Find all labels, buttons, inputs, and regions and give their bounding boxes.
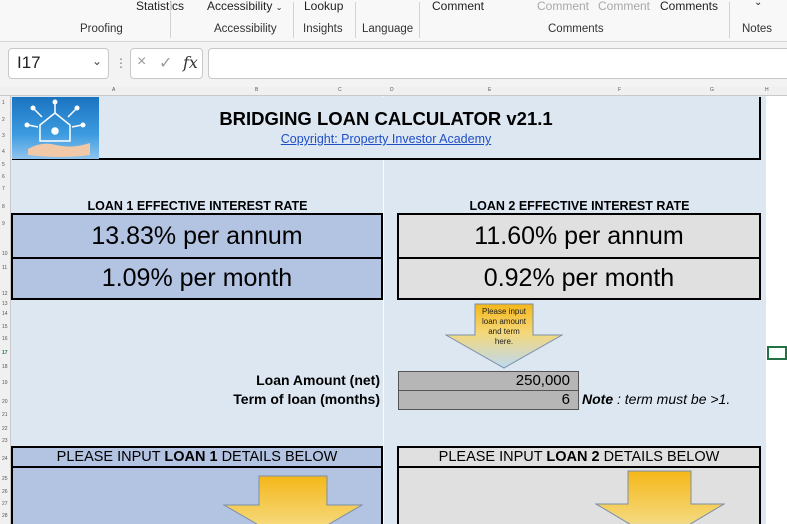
notes-chevron-down-icon[interactable]: ⌄ <box>754 0 762 8</box>
loan1-annual-rate[interactable]: 13.83% per annum <box>11 213 383 259</box>
column-header-g[interactable]: G <box>710 87 714 93</box>
row-header[interactable]: 9 <box>2 221 5 227</box>
group-language: Language <box>362 23 414 35</box>
row-header[interactable]: 21 <box>2 412 8 418</box>
row-header[interactable]: 22 <box>2 426 8 432</box>
row-header[interactable]: 3 <box>2 133 5 139</box>
worksheet-empty-area[interactable] <box>766 96 787 524</box>
row-header[interactable]: 24 <box>2 456 8 462</box>
chevron-down-icon: ⌄ <box>275 3 283 12</box>
house-in-hand-icon <box>24 99 90 157</box>
copyright-link[interactable]: Copyright: Property Investor Academy <box>100 132 672 146</box>
row-header[interactable]: 7 <box>2 186 5 192</box>
enter-icon[interactable]: ✓ <box>159 53 172 73</box>
formula-input[interactable] <box>208 48 787 79</box>
column-headers: A B C D E F G H <box>0 87 787 96</box>
loan1-monthly-value: 1.09% per month <box>101 264 293 292</box>
row-header[interactable]: 27 <box>2 501 8 507</box>
row-header[interactable]: 26 <box>2 489 8 495</box>
term-note: Note : term must be >1. <box>582 391 731 407</box>
lookup-button[interactable]: Lookup <box>304 0 343 13</box>
row-header[interactable]: 19 <box>2 380 8 386</box>
logo <box>12 97 99 159</box>
loan2-details-panel: PLEASE INPUT LOAN 2 DETAILS BELOW <box>397 446 761 524</box>
row-header[interactable]: 6 <box>2 174 5 180</box>
next-comment-button[interactable]: Comment <box>598 0 650 13</box>
row-header[interactable]: 1 <box>2 100 5 106</box>
loan2-annual-rate[interactable]: 11.60% per annum <box>397 213 761 259</box>
ribbon: Statistics Accessibility ⌄ Lookup Commen… <box>0 0 787 42</box>
group-accessibility: Accessibility <box>214 23 277 35</box>
loan1-annual-value: 13.83% per annum <box>91 221 303 250</box>
row-headers: 1 2 3 4 5 6 7 8 9 10 11 12 13 14 15 16 1… <box>0 96 11 524</box>
row-header[interactable]: 18 <box>2 364 8 370</box>
row-header[interactable]: 13 <box>2 301 8 307</box>
row-header[interactable]: 11 <box>2 265 7 271</box>
loan2-annual-value: 11.60% per annum <box>474 221 684 250</box>
loan1-details-header: PLEASE INPUT LOAN 1 DETAILS BELOW <box>13 448 381 468</box>
loan1-details-panel: PLEASE INPUT LOAN 1 DETAILS BELOW <box>11 446 383 524</box>
insert-function-icon[interactable]: fx <box>183 53 198 72</box>
group-proofing: Proofing <box>80 23 123 35</box>
column-header-a[interactable]: A <box>112 87 115 93</box>
loan-amount-label: Loan Amount (net) <box>256 372 380 388</box>
column-header-h[interactable]: H <box>765 87 769 93</box>
row-header[interactable]: 2 <box>2 117 5 123</box>
loan1-monthly-rate[interactable]: 1.09% per month <box>11 257 383 300</box>
column-divider <box>383 96 384 524</box>
group-comments: Comments <box>548 23 604 35</box>
formula-bar: I17 ⌄ ⋮ × ✓ fx <box>0 42 787 87</box>
column-header-d[interactable]: D <box>390 87 394 93</box>
more-options-icon[interactable]: ⋮ <box>115 56 127 70</box>
row-header[interactable]: 28 <box>2 513 8 519</box>
chevron-down-icon[interactable]: ⌄ <box>92 54 102 68</box>
name-box-value: I17 <box>17 53 41 72</box>
row-header[interactable]: 4 <box>2 149 5 155</box>
accessibility-label: Accessibility <box>207 0 273 13</box>
column-header-b[interactable]: B <box>255 87 258 93</box>
row-header[interactable]: 16 <box>2 336 8 342</box>
loan2-monthly-rate[interactable]: 0.92% per month <box>397 257 761 300</box>
cancel-icon[interactable]: × <box>137 53 146 71</box>
loan2-details-header: PLEASE INPUT LOAN 2 DETAILS BELOW <box>399 448 759 468</box>
row-header[interactable]: 5 <box>2 162 5 168</box>
group-insights: Insights <box>303 23 343 35</box>
term-label: Term of loan (months) <box>233 391 380 407</box>
term-input[interactable]: 6 <box>398 390 579 410</box>
loan1-rate-label: LOAN 1 EFFECTIVE INTEREST RATE <box>87 199 308 213</box>
delete-comment-button[interactable]: Comment <box>537 0 589 13</box>
down-arrow-icon <box>595 470 725 524</box>
formula-controls: × ✓ fx <box>130 48 203 79</box>
row-header[interactable]: 12 <box>2 291 8 297</box>
loan-amount-input[interactable]: 250,000 <box>398 371 579 391</box>
loan2-monthly-value: 0.92% per month <box>483 264 675 292</box>
column-header-e[interactable]: E <box>488 87 491 93</box>
show-comments-button[interactable]: Comments <box>660 0 718 13</box>
name-box[interactable]: I17 ⌄ <box>8 48 109 79</box>
row-header[interactable]: 10 <box>2 251 8 257</box>
column-header-f[interactable]: F <box>618 87 621 93</box>
group-notes: Notes <box>742 23 773 35</box>
row-header[interactable]: 23 <box>2 438 8 444</box>
row-header[interactable]: 14 <box>2 311 8 317</box>
row-header[interactable]: 25 <box>2 476 8 482</box>
down-arrow-icon <box>223 475 363 524</box>
selected-cell-i17[interactable] <box>767 346 787 360</box>
accessibility-button[interactable]: Accessibility ⌄ <box>207 0 282 13</box>
column-header-c[interactable]: C <box>338 87 342 93</box>
arrow-instruction: Please input loan amount and term here. <box>481 307 527 346</box>
row-header-selected[interactable]: 17 <box>2 350 8 356</box>
row-header[interactable]: 8 <box>2 204 5 210</box>
excel-window: { "ribbon": { "items": { "statistics": "… <box>0 0 787 524</box>
loan2-rate-label: LOAN 2 EFFECTIVE INTEREST RATE <box>469 199 690 213</box>
row-header[interactable]: 15 <box>2 324 8 330</box>
statistics-button[interactable]: Statistics <box>136 0 184 13</box>
row-header[interactable]: 20 <box>2 399 8 405</box>
new-comment-button[interactable]: Comment <box>432 0 484 13</box>
page-title: BRIDGING LOAN CALCULATOR v21.1 <box>219 108 553 129</box>
